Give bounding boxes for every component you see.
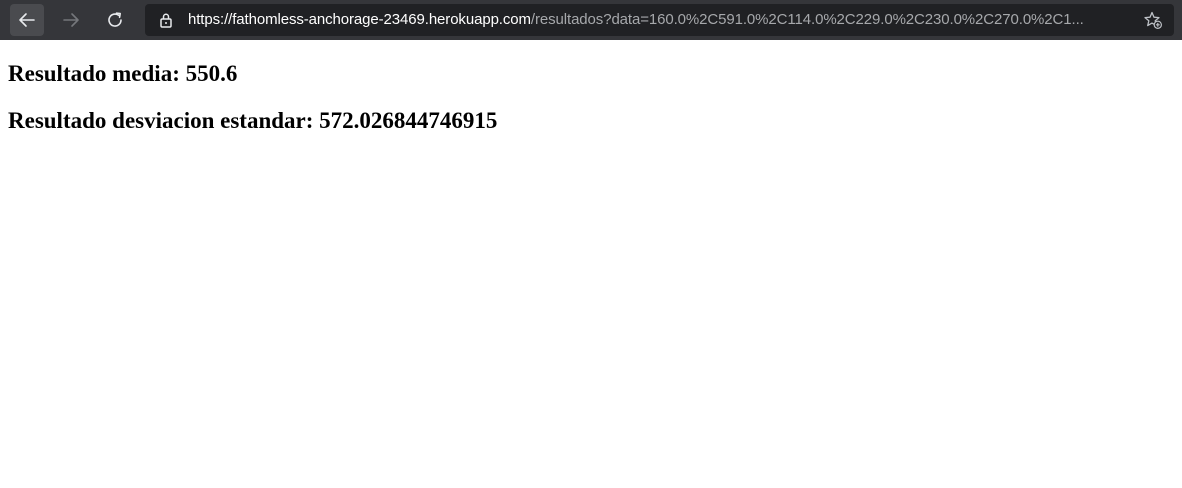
address-bar[interactable]: https://fathomless-anchorage-23469.herok… xyxy=(145,4,1174,36)
browser-toolbar: https://fathomless-anchorage-23469.herok… xyxy=(0,0,1182,40)
url-text[interactable]: https://fathomless-anchorage-23469.herok… xyxy=(188,4,1138,36)
star-add-icon xyxy=(1144,11,1163,30)
back-button[interactable] xyxy=(10,4,44,36)
reload-icon xyxy=(108,12,122,27)
url-host: https://fathomless-anchorage-23469.herok… xyxy=(188,11,531,28)
media-result-heading: Resultado media: 550.6 xyxy=(8,61,238,86)
forward-button[interactable] xyxy=(54,4,88,36)
reload-button[interactable] xyxy=(98,4,132,36)
favorite-button[interactable] xyxy=(1138,5,1168,35)
page-content: Resultado media: 550.6 Resultado desviac… xyxy=(8,40,1182,488)
std-deviation-result-heading: Resultado desviacion estandar: 572.02684… xyxy=(8,108,498,133)
arrow-left-icon xyxy=(19,13,35,27)
lock-icon[interactable] xyxy=(158,12,174,28)
arrow-right-icon xyxy=(63,13,79,27)
url-path: /resultados?data=160.0%2C591.0%2C114.0%2… xyxy=(530,11,1084,28)
